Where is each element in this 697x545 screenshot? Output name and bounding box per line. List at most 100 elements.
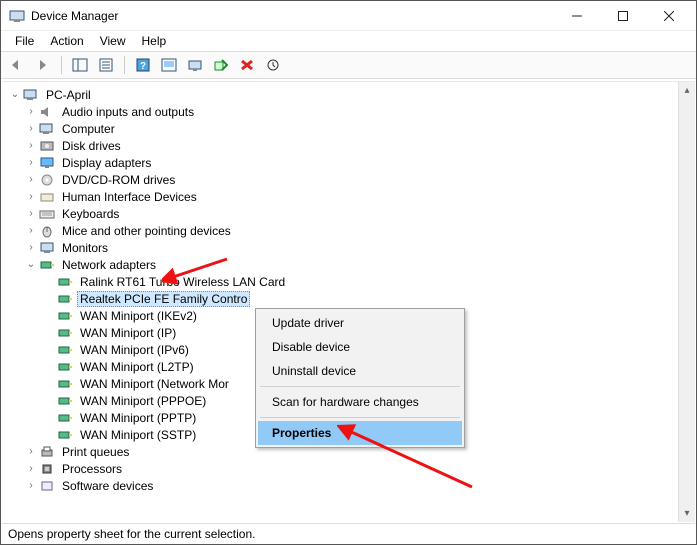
monitor-icon — [38, 241, 56, 255]
speaker-icon — [38, 105, 56, 119]
twisty-none — [42, 292, 56, 306]
printer-icon — [38, 445, 56, 459]
expand-icon[interactable]: › — [24, 122, 38, 136]
scroll-down-button[interactable]: ▾ — [679, 505, 695, 522]
expand-icon[interactable]: › — [24, 173, 38, 187]
show-hide-tree-button[interactable] — [68, 54, 92, 76]
cpu-icon — [38, 462, 56, 476]
expand-icon[interactable]: › — [24, 462, 38, 476]
expand-icon[interactable]: › — [24, 445, 38, 459]
device-tree[interactable]: ⌄ PC-April › Audio inputs and outputs›Compu… — [2, 82, 678, 522]
tree-category-mice[interactable]: › Mice and other pointing devices — [6, 222, 678, 239]
twisty-none — [42, 326, 56, 340]
expand-icon[interactable]: › — [24, 156, 38, 170]
twisty-none — [42, 360, 56, 374]
tree-category-disk[interactable]: › Disk drives — [6, 137, 678, 154]
net-icon — [56, 326, 74, 340]
statusbar: Opens property sheet for the current sel… — [2, 523, 695, 543]
titlebar: Device Manager — [1, 1, 696, 31]
tree-item-label: Audio inputs and outputs — [59, 104, 197, 120]
tree-device-net-1[interactable]: Realtek PCIe FE Family Contro — [6, 290, 678, 307]
collapse-icon[interactable]: ⌄ — [8, 88, 22, 102]
tree-category-keyboards[interactable]: ›Keyboards — [6, 205, 678, 222]
net-icon — [56, 343, 74, 357]
collapse-icon[interactable]: ⌄ — [24, 258, 38, 272]
ctx-disable-device[interactable]: Disable device — [258, 335, 462, 359]
tree-category-monitors[interactable]: › Monitors — [6, 239, 678, 256]
menu-help[interactable]: Help — [134, 32, 175, 50]
tree-root[interactable]: ⌄ PC-April — [6, 86, 678, 103]
menu-action[interactable]: Action — [42, 32, 91, 50]
tree-item-label: Network adapters — [59, 257, 159, 273]
tree-category-computer[interactable]: ›Computer — [6, 120, 678, 137]
tree-item-label: PC-April — [43, 87, 94, 103]
tree-view-container: ⌄ PC-April › Audio inputs and outputs›Compu… — [2, 81, 695, 522]
back-button[interactable] — [5, 54, 29, 76]
enable-device-icon[interactable] — [209, 54, 233, 76]
net-icon — [56, 275, 74, 289]
properties-toolbar-button[interactable] — [94, 54, 118, 76]
pc-icon — [38, 122, 56, 136]
scan-changes-icon[interactable] — [261, 54, 285, 76]
twisty-none — [42, 343, 56, 357]
help-toolbar-button[interactable]: ? — [131, 54, 155, 76]
tree-item-label: Ralink RT61 Turbo Wireless LAN Card — [77, 274, 288, 290]
toolbar: ? — [1, 51, 696, 79]
tree-category-net[interactable]: ⌄ Network adapters — [6, 256, 678, 273]
scroll-up-button[interactable]: ▴ — [679, 82, 695, 99]
uninstall-device-icon[interactable] — [235, 54, 259, 76]
ctx-properties[interactable]: Properties — [258, 421, 462, 445]
twisty-none — [42, 394, 56, 408]
tree-item-label: Disk drives — [59, 138, 124, 154]
expand-icon[interactable]: › — [24, 207, 38, 221]
tree-item-label: Print queues — [59, 444, 132, 460]
ctx-separator — [260, 386, 460, 387]
menu-file[interactable]: File — [7, 32, 42, 50]
vertical-scrollbar[interactable]: ▴ ▾ — [678, 82, 695, 522]
expand-icon[interactable]: › — [24, 190, 38, 204]
expand-icon[interactable]: › — [24, 224, 38, 238]
tree-item-label: Human Interface Devices — [59, 189, 200, 205]
tree-device-net-0[interactable]: Ralink RT61 Turbo Wireless LAN Card — [6, 273, 678, 290]
maximize-button[interactable] — [600, 1, 646, 31]
net-icon — [56, 360, 74, 374]
scroll-track[interactable] — [679, 99, 695, 505]
ctx-uninstall-device[interactable]: Uninstall device — [258, 359, 462, 383]
context-menu: Update driver Disable device Uninstall d… — [255, 308, 465, 448]
forward-button[interactable] — [31, 54, 55, 76]
twisty-none — [42, 411, 56, 425]
net-icon — [56, 394, 74, 408]
minimize-button[interactable] — [554, 1, 600, 31]
expand-icon[interactable]: › — [24, 105, 38, 119]
tree-item-label: Software devices — [59, 478, 156, 494]
tree-item-label: WAN Miniport (SSTP) — [77, 427, 199, 443]
ctx-update-driver[interactable]: Update driver — [258, 311, 462, 335]
mouse-icon — [38, 224, 56, 238]
close-button[interactable] — [646, 1, 692, 31]
update-driver-icon[interactable] — [183, 54, 207, 76]
app-icon — [9, 8, 25, 24]
ctx-scan-hardware[interactable]: Scan for hardware changes — [258, 390, 462, 414]
tree-item-label: Monitors — [59, 240, 111, 256]
tree-item-label: WAN Miniport (L2TP) — [77, 359, 197, 375]
keyboard-icon — [38, 207, 56, 221]
tree-category-audio[interactable]: › Audio inputs and outputs — [6, 103, 678, 120]
menu-view[interactable]: View — [92, 32, 134, 50]
svg-text:?: ? — [140, 61, 146, 72]
scan-hardware-icon[interactable] — [157, 54, 181, 76]
net-icon — [56, 292, 74, 306]
menubar: File Action View Help — [1, 31, 696, 51]
expand-icon[interactable]: › — [24, 241, 38, 255]
tree-item-label: Mice and other pointing devices — [59, 223, 234, 239]
tree-category-soft[interactable]: › Software devices — [6, 477, 678, 494]
expand-icon[interactable]: › — [24, 479, 38, 493]
tree-category-dvd[interactable]: ›DVD/CD-ROM drives — [6, 171, 678, 188]
expand-icon[interactable]: › — [24, 139, 38, 153]
tree-category-display[interactable]: ›Display adapters — [6, 154, 678, 171]
net-icon — [38, 258, 56, 272]
disc-icon — [38, 173, 56, 187]
tree-item-label: Processors — [59, 461, 125, 477]
tree-item-label: WAN Miniport (IPv6) — [77, 342, 192, 358]
tree-category-hid[interactable]: › Human Interface Devices — [6, 188, 678, 205]
tree-category-proc[interactable]: › Processors — [6, 460, 678, 477]
